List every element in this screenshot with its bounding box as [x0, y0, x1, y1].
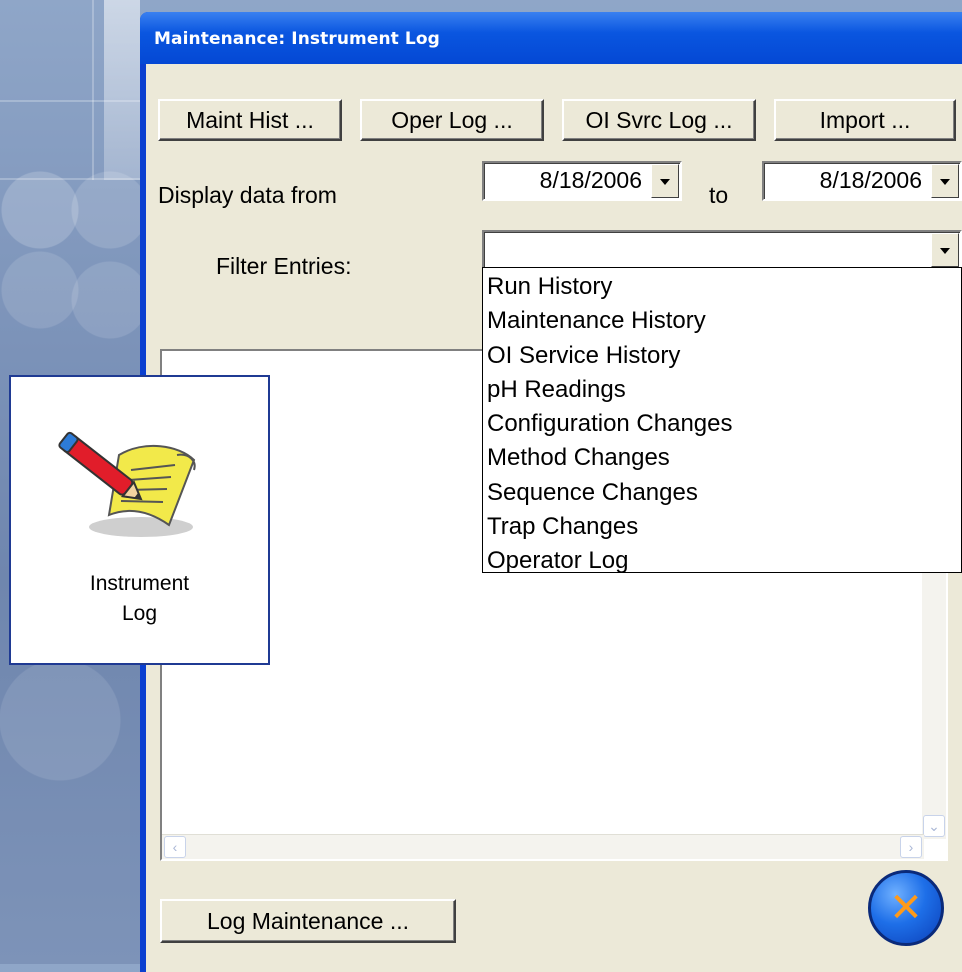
- instrument-log-icon-card: Instrument Log: [9, 375, 270, 665]
- filter-option[interactable]: Sequence Changes: [483, 476, 961, 510]
- icon-caption-line1: Instrument: [89, 572, 190, 595]
- icon-caption: Instrument Log: [11, 569, 268, 629]
- filter-label: Filter Entries:: [216, 253, 352, 279]
- filter-option[interactable]: OI Service History: [483, 339, 961, 373]
- background-line: [92, 0, 94, 180]
- import-button[interactable]: Import ...: [774, 99, 956, 141]
- filter-option[interactable]: pH Readings: [483, 373, 961, 407]
- pencil-scroll-icon: [58, 431, 196, 537]
- oi-svc-log-button[interactable]: OI Svrc Log ...: [562, 99, 756, 141]
- title-bar[interactable]: Maintenance: Instrument Log: [140, 12, 962, 64]
- filter-option[interactable]: Trap Changes: [483, 510, 961, 544]
- scroll-left-icon[interactable]: ‹: [164, 836, 186, 858]
- chevron-down-icon[interactable]: [931, 164, 959, 198]
- chevron-down-icon[interactable]: [651, 164, 679, 198]
- background-arrow-icon: [104, 0, 140, 180]
- maint-hist-button[interactable]: Maint Hist ...: [158, 99, 342, 141]
- log-maintenance-button[interactable]: Log Maintenance ...: [160, 899, 456, 943]
- filter-option[interactable]: Run History: [483, 270, 961, 304]
- filter-select[interactable]: [482, 230, 962, 270]
- close-button[interactable]: ✕: [868, 870, 944, 946]
- from-date-value: 8/18/2006: [539, 167, 642, 193]
- window-title: Maintenance: Instrument Log: [154, 29, 440, 49]
- horizontal-scrollbar[interactable]: ‹ ›: [162, 834, 924, 859]
- display-from-label: Display data from: [158, 182, 337, 208]
- filter-dropdown-list[interactable]: Run History Maintenance History OI Servi…: [482, 267, 962, 574]
- filter-option[interactable]: Configuration Changes: [483, 407, 961, 441]
- scroll-right-icon[interactable]: ›: [900, 836, 922, 858]
- chevron-down-icon[interactable]: [931, 233, 959, 267]
- oper-log-button[interactable]: Oper Log ...: [360, 99, 544, 141]
- filter-option[interactable]: Maintenance History: [483, 304, 961, 338]
- to-label: to: [709, 182, 729, 208]
- icon-caption-line2: Log: [121, 602, 158, 625]
- filter-option[interactable]: Operator Log: [483, 544, 961, 578]
- filter-option[interactable]: Method Changes: [483, 441, 961, 475]
- close-icon: ✕: [889, 885, 923, 931]
- to-date-value: 8/18/2006: [819, 167, 922, 193]
- scroll-down-icon[interactable]: ⌄: [923, 815, 945, 837]
- from-date-picker[interactable]: 8/18/2006: [482, 161, 682, 201]
- to-date-picker[interactable]: 8/18/2006: [762, 161, 962, 201]
